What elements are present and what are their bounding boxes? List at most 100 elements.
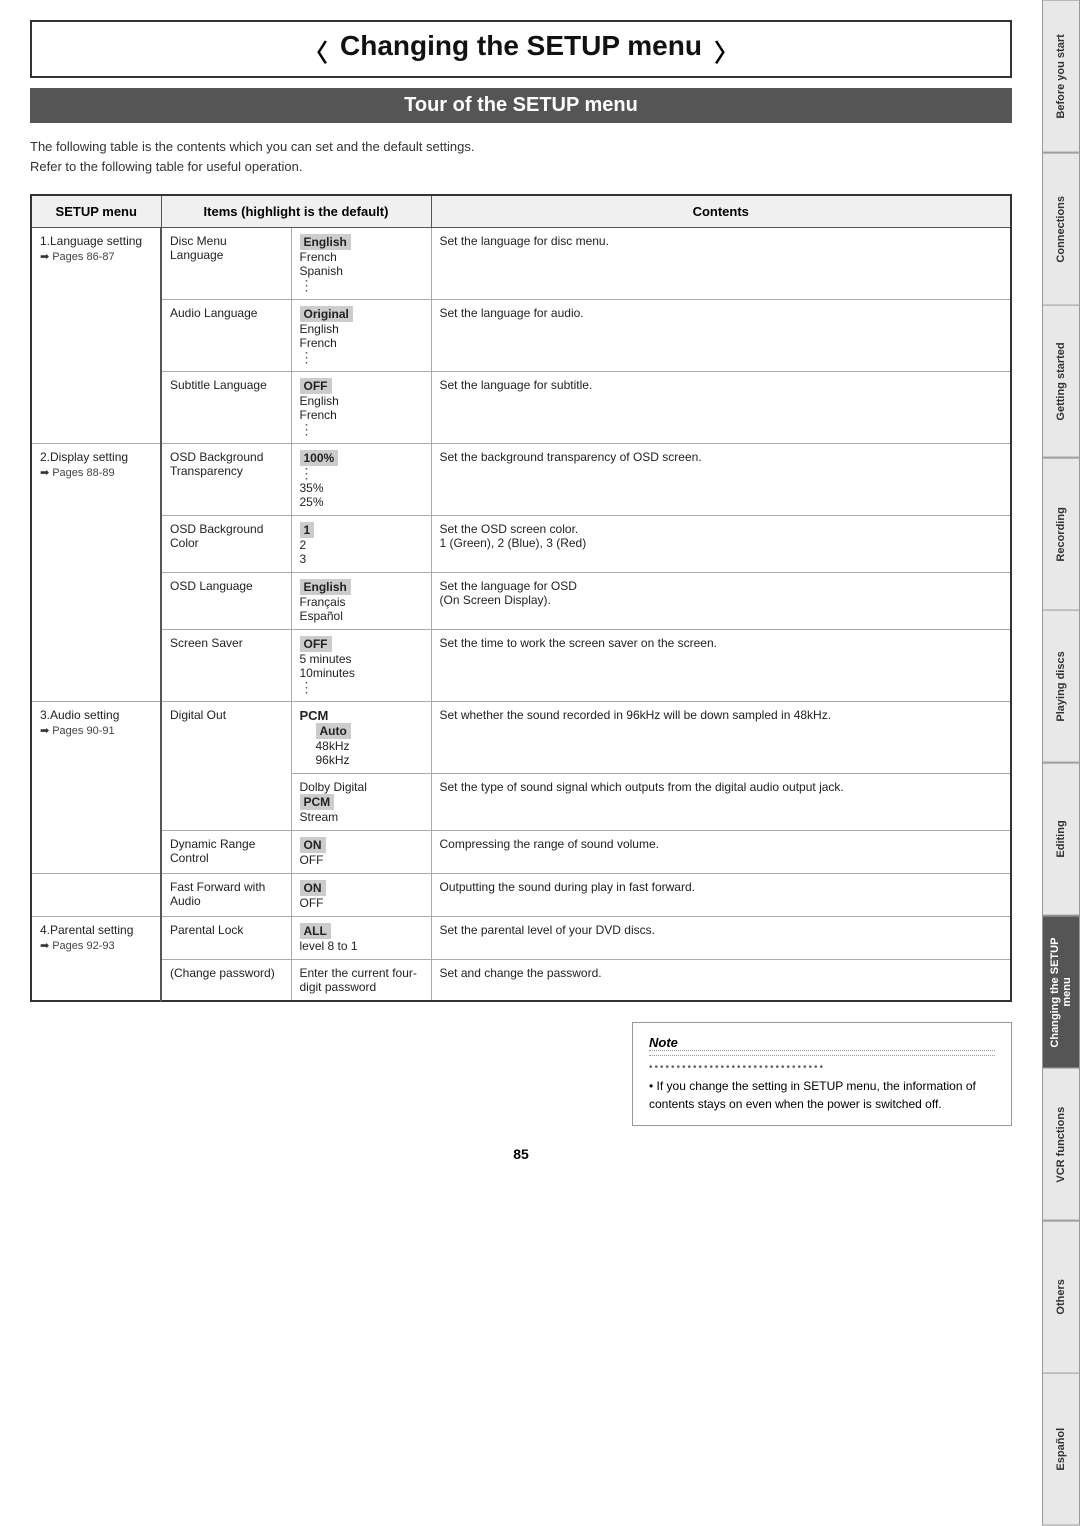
setup-page-language: ➡ Pages 86-87 — [40, 250, 152, 263]
setup-name-parental: 4.Parental setting — [40, 923, 152, 937]
setup-name-language: 1.Language setting — [40, 234, 152, 248]
sidebar-tab-espanol[interactable]: Español — [1042, 1373, 1080, 1526]
arrow-icon: ➡ — [40, 250, 49, 263]
item-audio-lang: Audio Language — [161, 300, 291, 372]
highlight-100pct: 100% — [300, 450, 339, 466]
setup-page-parental: ➡ Pages 92-93 — [40, 939, 152, 952]
contents-parental-lock: Set the parental level of your DVD discs… — [431, 917, 1011, 960]
setup-cell-display: 2.Display setting ➡ Pages 88-89 — [31, 444, 161, 702]
note-section: Note •••••••••••••••••••••••••••••••• • … — [30, 1022, 1012, 1126]
intro-line1: The following table is the contents whic… — [30, 137, 1012, 157]
page-title: Changing the SETUP menu — [340, 30, 702, 61]
section-subtitle: Tour of the SETUP menu — [30, 88, 1012, 123]
highlight-on-drc: ON — [300, 837, 326, 853]
page-title-wrapper: 〈 Changing the SETUP menu 〉 — [30, 20, 1012, 78]
title-bracket-left: 〈 — [304, 33, 328, 68]
highlight-original: Original — [300, 306, 353, 322]
page-wrapper: Before you start Connections Getting sta… — [0, 0, 1080, 1526]
item-fast-forward: Fast Forward with Audio — [161, 874, 291, 917]
setup-cell-audio: 3.Audio setting ➡ Pages 90-91 — [31, 702, 161, 874]
right-sidebar: Before you start Connections Getting sta… — [1042, 0, 1080, 1526]
table-row: 2.Display setting ➡ Pages 88-89 OSD Back… — [31, 444, 1011, 516]
item-osd-bg-transparency: OSD Background Transparency — [161, 444, 291, 516]
contents-audio-lang: Set the language for audio. — [431, 300, 1011, 372]
note-dots: •••••••••••••••••••••••••••••••• — [649, 1062, 995, 1073]
sidebar-tab-playing-discs[interactable]: Playing discs — [1042, 610, 1080, 763]
sidebar-tab-changing-setup[interactable]: Changing the SETUP menu — [1042, 916, 1080, 1069]
value-digital-out-pcm: PCM Auto 48kHz 96kHz — [291, 702, 431, 774]
item-digital-out: Digital Out — [161, 702, 291, 831]
note-text: • If you change the setting in SETUP men… — [649, 1077, 995, 1113]
highlight-auto: Auto — [316, 723, 351, 739]
note-box: Note •••••••••••••••••••••••••••••••• • … — [632, 1022, 1012, 1126]
pcm-bold: PCM — [300, 708, 329, 723]
setup-table: SETUP menu Items (highlight is the defau… — [30, 194, 1012, 1002]
setup-page-audio: ➡ Pages 90-91 — [40, 724, 152, 737]
page-number: 85 — [30, 1146, 1012, 1162]
sidebar-tab-getting-started[interactable]: Getting started — [1042, 305, 1080, 458]
value-dynamic-range: ON OFF — [291, 831, 431, 874]
highlight-english: English — [300, 234, 351, 250]
contents-osd-language: Set the language for OSD(On Screen Displ… — [431, 573, 1011, 630]
setup-cell-parental: 4.Parental setting ➡ Pages 92-93 — [31, 917, 161, 1002]
setup-cell-audio-extra — [31, 874, 161, 917]
table-row: Audio Language Original English French ⋮… — [31, 300, 1011, 372]
value-digital-out-dolby: Dolby Digital PCM Stream — [291, 774, 431, 831]
title-bracket-right: 〉 — [714, 33, 738, 68]
highlight-pcm: PCM — [300, 794, 335, 810]
value-change-password: Enter the current four-digit password — [291, 960, 431, 1002]
contents-digital-out-pcm: Set whether the sound recorded in 96kHz … — [431, 702, 1011, 774]
highlight-off-saver: OFF — [300, 636, 332, 652]
table-row: Screen Saver OFF 5 minutes 10minutes ⋮ S… — [31, 630, 1011, 702]
table-row: 3.Audio setting ➡ Pages 90-91 Digital Ou… — [31, 702, 1011, 774]
sidebar-tab-editing[interactable]: Editing — [1042, 763, 1080, 916]
col-header-setup: SETUP menu — [31, 195, 161, 228]
value-disc-menu-lang: English French Spanish ⋮ — [291, 228, 431, 300]
contents-disc-menu-lang: Set the language for disc menu. — [431, 228, 1011, 300]
item-subtitle-lang: Subtitle Language — [161, 372, 291, 444]
sidebar-tab-recording[interactable]: Recording — [1042, 458, 1080, 611]
contents-digital-out-dolby: Set the type of sound signal which outpu… — [431, 774, 1011, 831]
item-change-password: (Change password) — [161, 960, 291, 1002]
sidebar-tab-before-you-start[interactable]: Before you start — [1042, 0, 1080, 153]
setup-page-display: ➡ Pages 88-89 — [40, 466, 152, 479]
table-row: Subtitle Language OFF English French ⋮ S… — [31, 372, 1011, 444]
main-content: 〈 Changing the SETUP menu 〉 Tour of the … — [0, 0, 1042, 1192]
contents-fast-forward: Outputting the sound during play in fast… — [431, 874, 1011, 917]
arrow-icon-display: ➡ — [40, 466, 49, 479]
contents-osd-color: Set the OSD screen color. 1 (Green), 2 (… — [431, 516, 1011, 573]
setup-cell-language: 1.Language setting ➡ Pages 86-87 — [31, 228, 161, 444]
value-screen-saver: OFF 5 minutes 10minutes ⋮ — [291, 630, 431, 702]
value-audio-lang: Original English French ⋮ — [291, 300, 431, 372]
sidebar-tab-vcr-functions[interactable]: VCR functions — [1042, 1068, 1080, 1221]
setup-name-audio: 3.Audio setting — [40, 708, 152, 722]
col-header-items: Items (highlight is the default) — [161, 195, 431, 228]
table-row: 4.Parental setting ➡ Pages 92-93 Parenta… — [31, 917, 1011, 960]
value-subtitle-lang: OFF English French ⋮ — [291, 372, 431, 444]
highlight-all: ALL — [300, 923, 331, 939]
sidebar-tab-connections[interactable]: Connections — [1042, 153, 1080, 306]
highlight-english-osd: English — [300, 579, 351, 595]
col-header-contents: Contents — [431, 195, 1011, 228]
table-row: Fast Forward with Audio ON OFF Outputtin… — [31, 874, 1011, 917]
table-row: 1.Language setting ➡ Pages 86-87 Disc Me… — [31, 228, 1011, 300]
item-osd-bg-color: OSD Background Color — [161, 516, 291, 573]
intro-line2: Refer to the following table for useful … — [30, 157, 1012, 177]
arrow-icon-audio: ➡ — [40, 724, 49, 737]
table-row: OSD Background Color 1 2 3 Set the OSD s… — [31, 516, 1011, 573]
highlight-off-subtitle: OFF — [300, 378, 332, 394]
sidebar-tab-others[interactable]: Others — [1042, 1221, 1080, 1374]
value-osd-transparency: 100% ⋮ 35% 25% — [291, 444, 431, 516]
contents-subtitle-lang: Set the language for subtitle. — [431, 372, 1011, 444]
intro-text: The following table is the contents whic… — [30, 137, 1012, 176]
item-disc-menu-lang: Disc Menu Language — [161, 228, 291, 300]
item-osd-language: OSD Language — [161, 573, 291, 630]
setup-name-display: 2.Display setting — [40, 450, 152, 464]
contents-dynamic-range: Compressing the range of sound volume. — [431, 831, 1011, 874]
contents-change-password: Set and change the password. — [431, 960, 1011, 1002]
value-fast-forward: ON OFF — [291, 874, 431, 917]
item-dynamic-range: Dynamic Range Control — [161, 831, 291, 874]
item-screen-saver: Screen Saver — [161, 630, 291, 702]
note-title: Note — [649, 1035, 995, 1056]
arrow-icon-parental: ➡ — [40, 939, 49, 952]
